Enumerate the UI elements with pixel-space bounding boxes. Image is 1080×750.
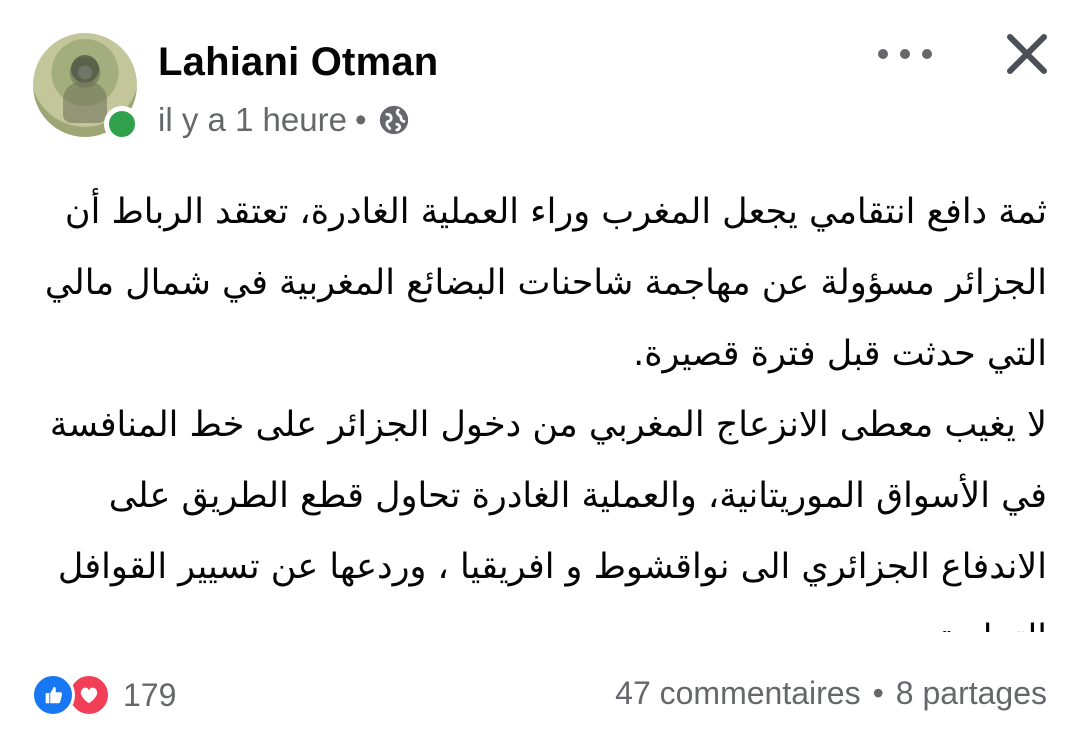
post-paragraph: ثمة دافع انتقامي يجعل المغرب وراء العملي… xyxy=(44,192,1047,374)
stats-separator: • xyxy=(872,675,884,711)
more-dot xyxy=(878,49,888,59)
post-paragraph: لا يغيب معطى الانزعاج المغربي من دخول ال… xyxy=(49,405,1047,632)
reaction-count: 179 xyxy=(123,676,177,713)
author-name[interactable]: Lahiani Otman xyxy=(158,40,438,85)
post-footer: 179 47 commentaires • 8 partages xyxy=(0,660,1080,730)
like-reaction-icon xyxy=(31,673,75,717)
comments-link[interactable]: 47 commentaires xyxy=(615,675,860,712)
online-status-dot xyxy=(104,106,140,142)
more-dot xyxy=(922,49,932,59)
author-avatar[interactable] xyxy=(33,33,140,142)
post-meta: il y a 1 heure • xyxy=(158,100,411,140)
reactions-summary[interactable]: 179 xyxy=(31,673,176,717)
post-header: Lahiani Otman il y a 1 heure • xyxy=(0,0,1080,160)
more-dot xyxy=(900,49,910,59)
shares-link[interactable]: 8 partages xyxy=(896,675,1047,712)
more-options-icon[interactable] xyxy=(878,34,932,74)
meta-separator: • xyxy=(354,101,367,138)
close-icon[interactable] xyxy=(1002,29,1052,79)
post-timestamp[interactable]: il y a 1 heure xyxy=(158,101,347,139)
engagement-stats: 47 commentaires • 8 partages xyxy=(615,675,1047,712)
post-body: ثمة دافع انتقامي يجعل المغرب وراء العملي… xyxy=(34,177,1047,632)
globe-icon[interactable] xyxy=(377,103,411,137)
